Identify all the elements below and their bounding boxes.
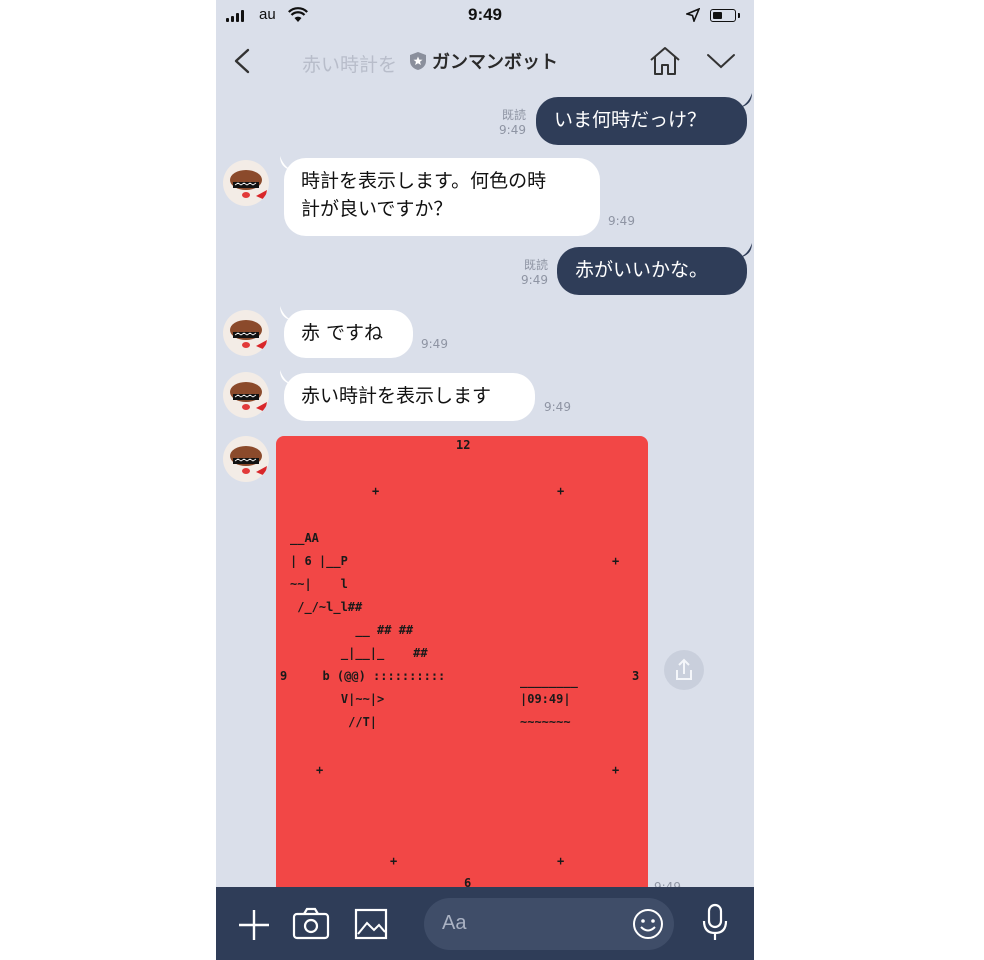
clock-time: 9:49 — [467, 5, 503, 24]
ascii-art-line: ~~| l — [290, 577, 348, 591]
clock-hour-3: 3 — [632, 669, 640, 683]
chat-title-label: ガンマンボット — [432, 52, 558, 73]
back-arrow-icon[interactable] — [226, 44, 260, 78]
ascii-art-line: _|__|_ ## — [312, 646, 428, 660]
digital-time-top: ________ — [520, 674, 578, 688]
bot-avatar[interactable] — [223, 160, 269, 206]
image-icon[interactable] — [354, 908, 388, 940]
status-bar: au 9:49 — [216, 0, 754, 30]
share-button[interactable] — [664, 650, 704, 690]
bot-avatar[interactable] — [223, 310, 269, 356]
ascii-art-line: __ ## ## — [312, 623, 414, 637]
emoji-icon[interactable] — [632, 908, 664, 940]
clock-marker: + — [612, 763, 620, 777]
chat-title[interactable]: ガンマンボット — [408, 48, 558, 74]
message-time: 9:49 — [544, 400, 571, 414]
ascii-art-line: /_/~l_l## — [290, 600, 363, 614]
home-icon[interactable] — [648, 46, 682, 76]
bubble-tail — [740, 93, 752, 107]
verified-shield-icon — [410, 52, 426, 70]
digital-time-bottom: ~~~~~~~ — [520, 715, 571, 729]
bubble-tail — [740, 243, 752, 257]
bot-avatar[interactable] — [223, 436, 269, 482]
message-composer: Aa — [216, 887, 754, 960]
message-time: 9:49 — [608, 214, 635, 228]
chat-header: 赤い時計を ガンマンボット — [216, 30, 754, 92]
ascii-art-line: __AA — [290, 531, 319, 545]
ascii-art-line: //T| — [312, 715, 378, 729]
clock-marker: + — [390, 854, 398, 868]
outgoing-message-bubble[interactable]: いま何時だっけ？ — [536, 97, 747, 145]
ascii-art-line: | 6 |__P — [290, 554, 348, 568]
microphone-icon[interactable] — [700, 903, 730, 943]
clock-marker: + — [557, 484, 565, 498]
read-receipt: 既読 9:49 — [521, 258, 548, 287]
incoming-message-bubble[interactable]: 時計を表示します。何色の時 計が良いですか？ — [284, 158, 600, 236]
message-time: 9:49 — [421, 337, 448, 351]
clock-image-message[interactable]: 12 + + + __AA | 6 |__P ~~| l /_/~l_l## _… — [276, 436, 648, 896]
chat-screen: au 9:49 赤い時計を ガンマンボット 既読 9:49 いま何時だっけ？ 時… — [216, 0, 754, 960]
message-input-placeholder: Aa — [442, 912, 467, 934]
battery-icon — [710, 9, 740, 22]
clock-marker: + — [316, 763, 324, 777]
read-receipt: 既読 9:49 — [499, 108, 526, 137]
location-arrow-icon — [686, 8, 700, 22]
header-ghost-text: 赤い時計を — [302, 54, 398, 76]
clock-marker: + — [372, 484, 380, 498]
share-icon — [676, 658, 692, 680]
chevron-down-icon[interactable] — [706, 52, 736, 70]
plus-icon[interactable] — [236, 907, 272, 943]
digital-time: |09:49| — [520, 692, 571, 706]
message-input[interactable]: Aa — [424, 898, 674, 950]
ascii-art-line: V|~~|> — [312, 692, 385, 706]
clock-marker: + — [557, 854, 565, 868]
incoming-message-bubble[interactable]: 赤 ですね — [284, 310, 413, 358]
clock-hour-9: 9 — [280, 669, 288, 683]
ascii-art-line: b (@@) :::::::::: — [308, 669, 446, 683]
clock-marker: + — [612, 554, 620, 568]
clock-hour-12: 12 — [456, 438, 471, 452]
bot-avatar[interactable] — [223, 372, 269, 418]
camera-icon[interactable] — [292, 907, 330, 941]
incoming-message-bubble[interactable]: 赤い時計を表示します — [284, 373, 535, 421]
outgoing-message-bubble[interactable]: 赤がいいかな。 — [557, 247, 747, 295]
